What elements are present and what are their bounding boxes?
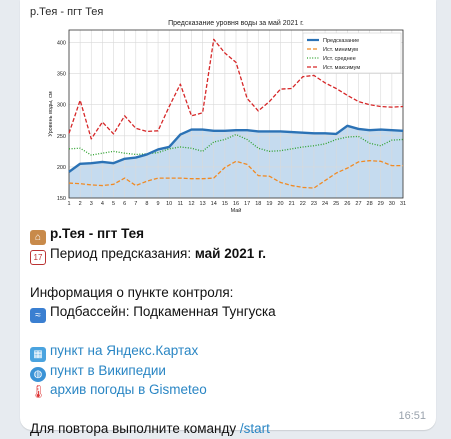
x-tick-label: 17 xyxy=(244,201,250,207)
x-tick-label: 2 xyxy=(79,201,82,207)
message-text: ⌂ р.Тея - пгт Тея 17 Период предсказания: … xyxy=(30,224,430,439)
x-tick-label: 8 xyxy=(145,201,148,207)
legend-label: Предсказание xyxy=(323,38,359,44)
period-label: Период предсказания: xyxy=(50,245,195,261)
map-icon: ▦ xyxy=(30,347,46,362)
subbasin-line: ≈ Подбассейн: Подкаменная Тунгуска xyxy=(30,302,430,323)
period-value: май 2021 г. xyxy=(194,245,266,261)
message-bubble: р.Тея - пгт Тея Предсказание уровня воды… xyxy=(20,0,436,436)
y-tick-label: 200 xyxy=(57,165,66,171)
legend-label: Ист. максимум xyxy=(323,65,360,71)
y-tick-label: 300 xyxy=(57,103,66,109)
gismeteo-link[interactable]: архив погоды в Gismeteo xyxy=(50,382,207,397)
yandex-map-link[interactable]: пункт на Яндекс.Картах xyxy=(50,343,198,358)
x-tick-label: 19 xyxy=(266,201,272,207)
x-tick-label: 1 xyxy=(67,201,70,207)
calendar-icon: 17 xyxy=(30,249,46,265)
x-tick-label: 29 xyxy=(378,201,384,207)
x-tick-label: 26 xyxy=(344,201,350,207)
x-tick-label: 14 xyxy=(211,201,217,207)
repeat-line: Для повтора выполните команду /start xyxy=(30,419,430,439)
x-tick-label: 6 xyxy=(123,201,126,207)
y-tick-label: 150 xyxy=(57,196,66,202)
x-tick-label: 22 xyxy=(300,201,306,207)
station-line: ⌂ р.Тея - пгт Тея xyxy=(30,224,430,245)
weather-link-line: 🌡 архив погоды в Gismeteo xyxy=(30,380,430,400)
message-time: 16:51 xyxy=(398,410,426,422)
x-tick-label: 4 xyxy=(101,201,104,207)
legend-label: Ист. среднее xyxy=(323,56,356,62)
x-tick-label: 5 xyxy=(112,201,115,207)
x-tick-label: 3 xyxy=(90,201,93,207)
x-tick-label: 12 xyxy=(188,201,194,207)
y-tick-label: 400 xyxy=(57,40,66,46)
thermometer-icon: 🌡 xyxy=(30,384,47,399)
y-tick-label: 250 xyxy=(57,134,66,140)
x-tick-label: 21 xyxy=(289,201,295,207)
x-tick-label: 9 xyxy=(157,201,160,207)
station-name: р.Тея - пгт Тея xyxy=(50,226,145,241)
period-line: 17 Период предсказания: май 2021 г. xyxy=(30,244,430,265)
x-tick-label: 20 xyxy=(277,201,283,207)
x-tick-label: 7 xyxy=(134,201,137,207)
subbasin-text: Подбассейн: Подкаменная Тунгуска xyxy=(50,304,276,319)
water-level-chart[interactable]: Предсказание уровня воды за май 2021 г. 1… xyxy=(20,0,436,220)
x-tick-label: 13 xyxy=(200,201,206,207)
map-link-line: ▦ пункт на Яндекс.Картах xyxy=(30,341,430,362)
wikipedia-link[interactable]: пункт в Википедии xyxy=(50,363,166,378)
x-tick-label: 30 xyxy=(389,201,395,207)
x-tick-label: 25 xyxy=(333,201,339,207)
x-tick-label: 18 xyxy=(255,201,261,207)
house-icon: ⌂ xyxy=(30,230,46,245)
y-axis-label: Уровень воды, см xyxy=(48,91,54,136)
chart-svg: Предсказание уровня воды за май 2021 г. 1… xyxy=(48,19,406,214)
chart-title: Предсказание уровня воды за май 2021 г. xyxy=(168,19,304,27)
x-axis-label: Май xyxy=(231,207,242,214)
y-tick-label: 350 xyxy=(57,72,66,78)
x-tick-label: 27 xyxy=(355,201,361,207)
wiki-link-line: ◍ пункт в Википедии xyxy=(30,361,430,382)
legend-label: Ист. минимум xyxy=(323,47,358,53)
wave-icon: ≈ xyxy=(30,308,46,323)
x-tick-label: 10 xyxy=(166,201,172,207)
x-tick-label: 31 xyxy=(400,201,406,207)
x-tick-label: 23 xyxy=(311,201,317,207)
x-tick-label: 16 xyxy=(233,201,239,207)
x-tick-label: 11 xyxy=(177,201,183,207)
x-tick-label: 28 xyxy=(367,201,373,207)
x-tick-label: 15 xyxy=(222,201,228,207)
x-tick-label: 24 xyxy=(322,201,328,207)
info-title: Информация о пункте контроля: xyxy=(30,284,234,300)
